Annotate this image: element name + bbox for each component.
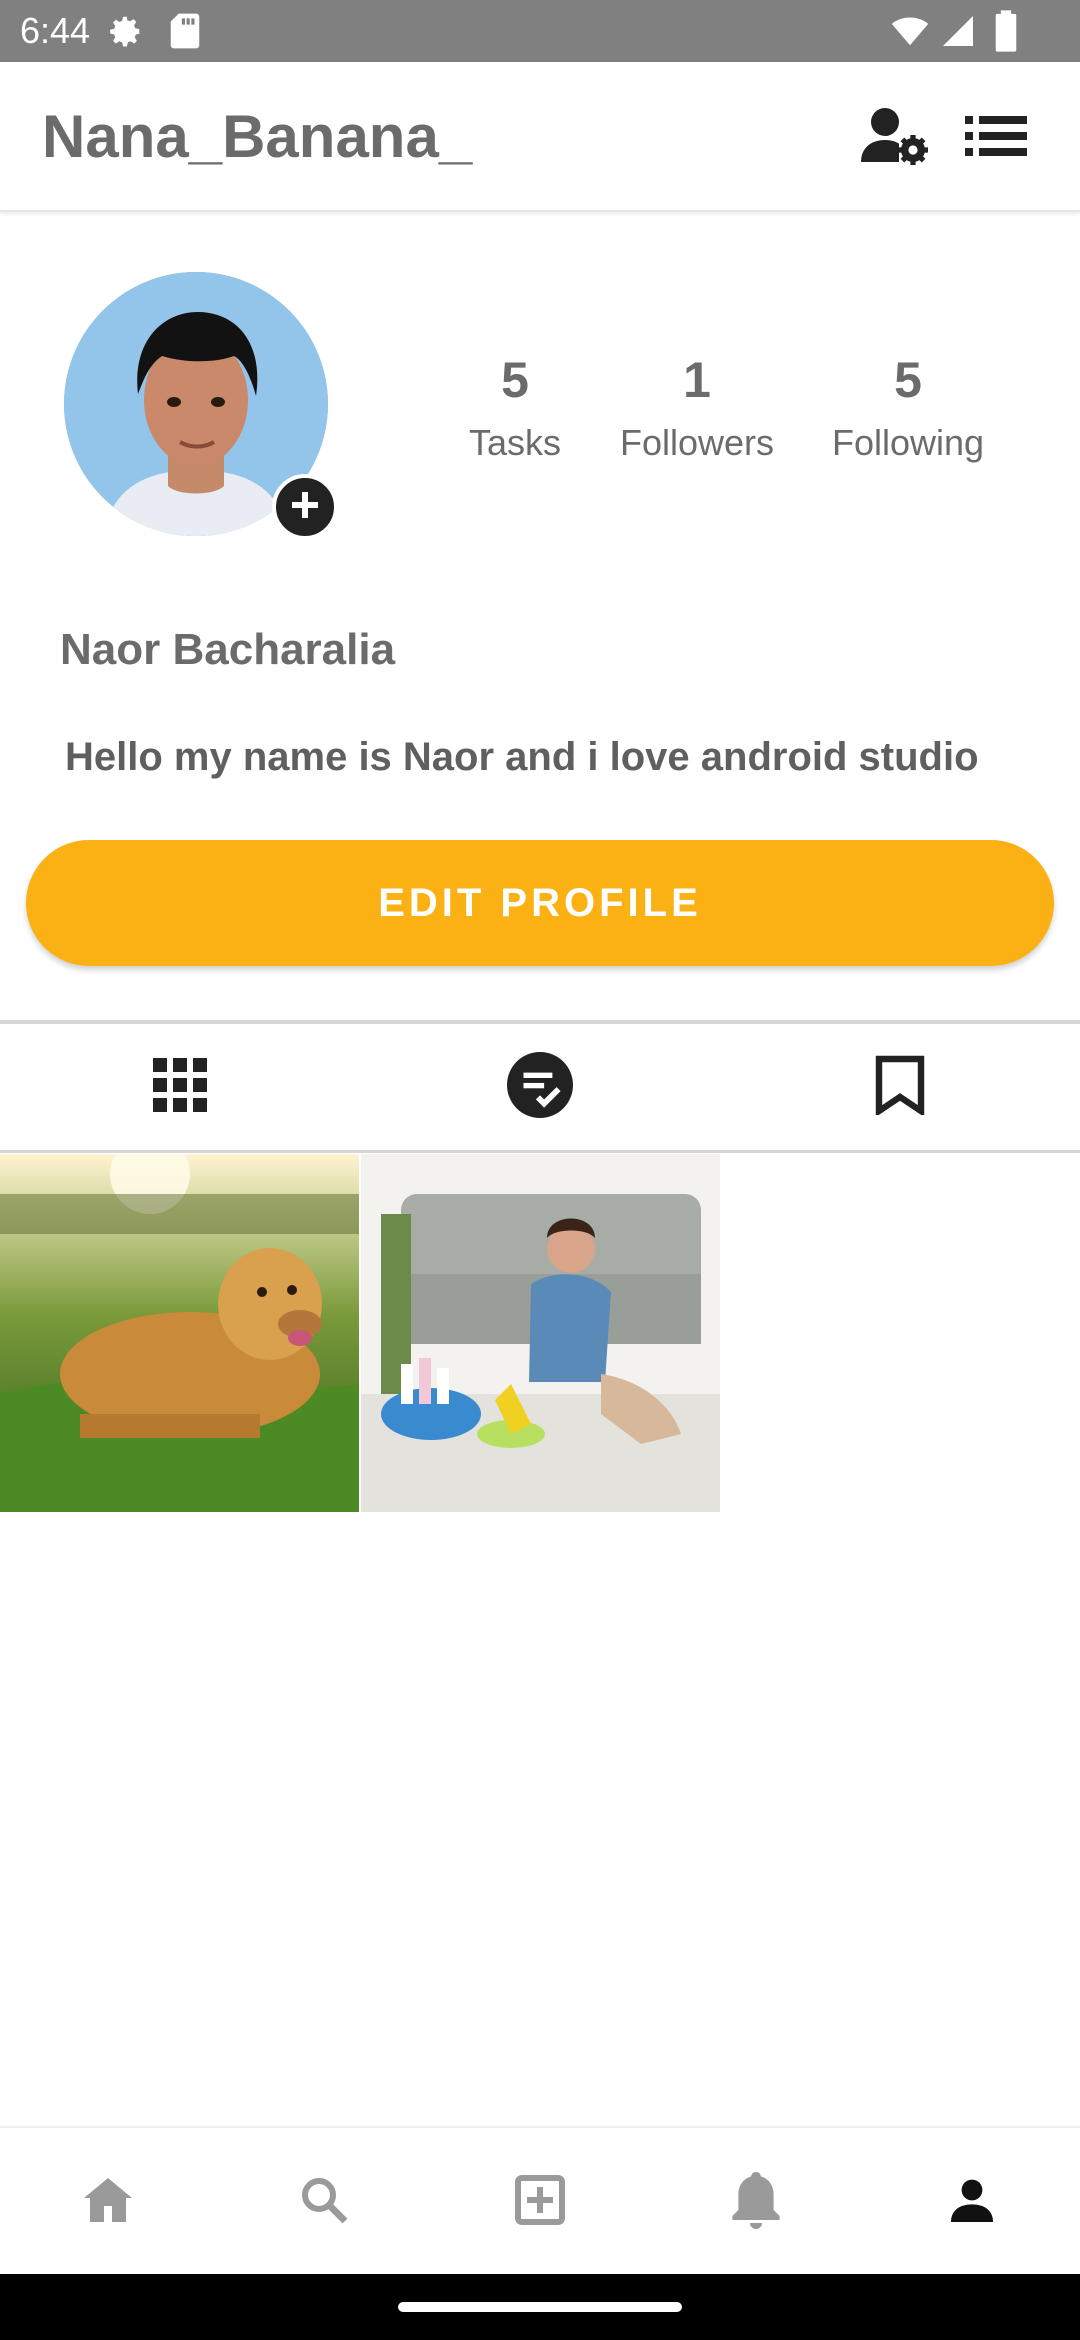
stat-following-value: 5 bbox=[894, 352, 922, 408]
profile-username: Nana_Banana_ bbox=[42, 103, 473, 170]
nav-profile[interactable] bbox=[864, 2128, 1080, 2276]
post-thumbnail-cleaning[interactable] bbox=[361, 1154, 720, 1512]
stat-tasks[interactable]: 5 Tasks bbox=[415, 350, 615, 466]
nav-add[interactable] bbox=[432, 2128, 648, 2276]
post-thumbnail-dog[interactable] bbox=[0, 1154, 359, 1512]
stat-followers-label: Followers bbox=[619, 422, 775, 463]
stat-following-label: Following bbox=[831, 422, 985, 463]
stat-followers[interactable]: 1 Followers bbox=[597, 350, 797, 466]
system-gesture-bar bbox=[0, 2274, 1080, 2340]
tab-tasks[interactable] bbox=[360, 1024, 720, 1150]
home-gesture-handle[interactable] bbox=[398, 2302, 682, 2312]
wifi-icon bbox=[890, 12, 930, 55]
tab-saved[interactable] bbox=[720, 1024, 1080, 1150]
home-icon bbox=[82, 2176, 134, 2229]
profile-icon bbox=[948, 2176, 996, 2229]
stat-tasks-value: 5 bbox=[501, 352, 529, 408]
status-time: 6:44 bbox=[20, 10, 91, 51]
user-settings-button[interactable] bbox=[855, 106, 935, 170]
sd-card-icon bbox=[168, 12, 202, 55]
plus-icon bbox=[290, 490, 320, 525]
battery-icon bbox=[994, 10, 1018, 57]
settings-gear-icon bbox=[106, 12, 144, 55]
app-bar: Nana_Banana_ bbox=[0, 62, 1080, 212]
user-settings-icon bbox=[861, 106, 929, 171]
search-icon bbox=[299, 2175, 349, 2230]
nav-notifications[interactable] bbox=[648, 2128, 864, 2276]
tab-grid[interactable] bbox=[0, 1024, 360, 1150]
tasks-check-icon bbox=[507, 1051, 573, 1123]
bookmark-icon bbox=[875, 1055, 925, 1120]
add-photo-button[interactable] bbox=[272, 474, 338, 540]
profile-tabs bbox=[0, 1024, 1080, 1153]
cellular-signal-icon bbox=[940, 12, 976, 55]
status-bar: 6:44 bbox=[0, 0, 1080, 62]
stat-followers-value: 1 bbox=[683, 352, 711, 408]
menu-list-button[interactable] bbox=[956, 106, 1036, 170]
nav-search[interactable] bbox=[216, 2128, 432, 2276]
profile-bio: Hello my name is Naor and i love android… bbox=[65, 735, 979, 779]
edit-profile-button[interactable]: EDIT PROFILE bbox=[26, 840, 1054, 966]
add-icon bbox=[515, 2174, 565, 2230]
nav-home[interactable] bbox=[0, 2128, 216, 2276]
bottom-navigation bbox=[0, 2126, 1080, 2276]
notifications-icon bbox=[729, 2170, 783, 2235]
profile-full-name: Naor Bacharalia bbox=[60, 625, 396, 674]
stat-tasks-label: Tasks bbox=[468, 422, 562, 463]
menu-list-icon bbox=[965, 115, 1027, 161]
stat-following[interactable]: 5 Following bbox=[808, 350, 1008, 466]
grid-icon bbox=[153, 1057, 207, 1117]
